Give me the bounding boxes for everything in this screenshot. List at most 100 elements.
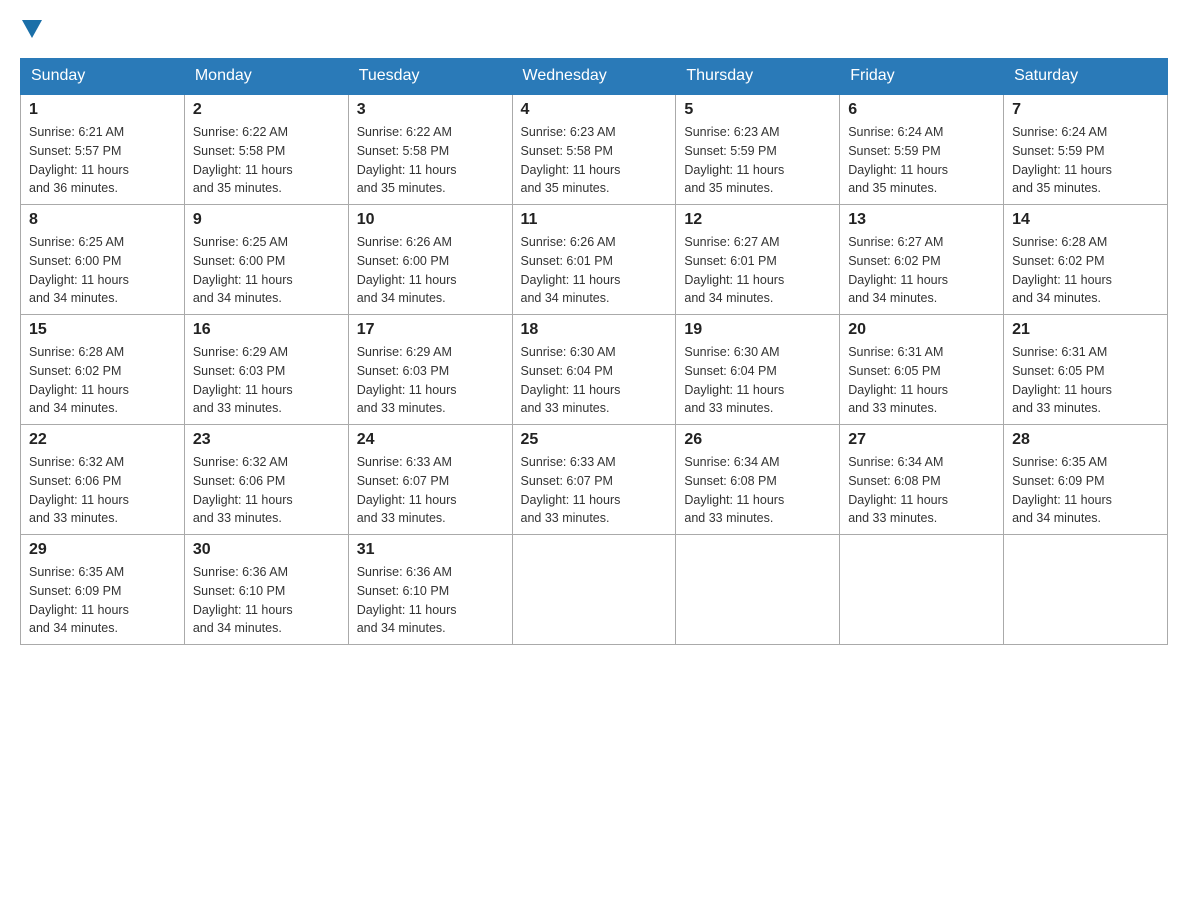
day-info: Sunrise: 6:35 AM Sunset: 6:09 PM Dayligh…	[1012, 453, 1159, 528]
calendar-cell: 3 Sunrise: 6:22 AM Sunset: 5:58 PM Dayli…	[348, 94, 512, 205]
logo-triangle-icon	[22, 20, 42, 38]
day-number: 7	[1012, 101, 1159, 119]
column-header-monday: Monday	[184, 59, 348, 95]
day-info: Sunrise: 6:24 AM Sunset: 5:59 PM Dayligh…	[848, 123, 995, 198]
day-info: Sunrise: 6:32 AM Sunset: 6:06 PM Dayligh…	[193, 453, 340, 528]
day-info: Sunrise: 6:31 AM Sunset: 6:05 PM Dayligh…	[1012, 343, 1159, 418]
day-number: 3	[357, 101, 504, 119]
week-row: 22 Sunrise: 6:32 AM Sunset: 6:06 PM Dayl…	[21, 425, 1168, 535]
calendar-cell: 10 Sunrise: 6:26 AM Sunset: 6:00 PM Dayl…	[348, 205, 512, 315]
calendar-cell: 31 Sunrise: 6:36 AM Sunset: 6:10 PM Dayl…	[348, 535, 512, 645]
calendar-cell: 22 Sunrise: 6:32 AM Sunset: 6:06 PM Dayl…	[21, 425, 185, 535]
calendar-cell: 23 Sunrise: 6:32 AM Sunset: 6:06 PM Dayl…	[184, 425, 348, 535]
day-number: 25	[521, 431, 668, 449]
day-number: 2	[193, 101, 340, 119]
calendar-cell: 24 Sunrise: 6:33 AM Sunset: 6:07 PM Dayl…	[348, 425, 512, 535]
calendar-cell	[840, 535, 1004, 645]
page-header	[20, 20, 1168, 38]
day-info: Sunrise: 6:29 AM Sunset: 6:03 PM Dayligh…	[357, 343, 504, 418]
calendar-cell: 26 Sunrise: 6:34 AM Sunset: 6:08 PM Dayl…	[676, 425, 840, 535]
day-number: 27	[848, 431, 995, 449]
calendar-cell	[1004, 535, 1168, 645]
day-info: Sunrise: 6:30 AM Sunset: 6:04 PM Dayligh…	[521, 343, 668, 418]
day-number: 18	[521, 321, 668, 339]
calendar-cell	[676, 535, 840, 645]
calendar-cell: 2 Sunrise: 6:22 AM Sunset: 5:58 PM Dayli…	[184, 94, 348, 205]
calendar-cell: 5 Sunrise: 6:23 AM Sunset: 5:59 PM Dayli…	[676, 94, 840, 205]
day-number: 5	[684, 101, 831, 119]
day-number: 13	[848, 211, 995, 229]
header-row: SundayMondayTuesdayWednesdayThursdayFrid…	[21, 59, 1168, 95]
calendar-cell: 18 Sunrise: 6:30 AM Sunset: 6:04 PM Dayl…	[512, 315, 676, 425]
calendar-cell: 29 Sunrise: 6:35 AM Sunset: 6:09 PM Dayl…	[21, 535, 185, 645]
day-number: 9	[193, 211, 340, 229]
calendar-cell: 21 Sunrise: 6:31 AM Sunset: 6:05 PM Dayl…	[1004, 315, 1168, 425]
day-info: Sunrise: 6:33 AM Sunset: 6:07 PM Dayligh…	[521, 453, 668, 528]
day-info: Sunrise: 6:28 AM Sunset: 6:02 PM Dayligh…	[1012, 233, 1159, 308]
day-info: Sunrise: 6:31 AM Sunset: 6:05 PM Dayligh…	[848, 343, 995, 418]
day-info: Sunrise: 6:23 AM Sunset: 5:58 PM Dayligh…	[521, 123, 668, 198]
day-info: Sunrise: 6:36 AM Sunset: 6:10 PM Dayligh…	[193, 563, 340, 638]
day-info: Sunrise: 6:27 AM Sunset: 6:02 PM Dayligh…	[848, 233, 995, 308]
day-info: Sunrise: 6:22 AM Sunset: 5:58 PM Dayligh…	[193, 123, 340, 198]
day-number: 20	[848, 321, 995, 339]
week-row: 15 Sunrise: 6:28 AM Sunset: 6:02 PM Dayl…	[21, 315, 1168, 425]
day-info: Sunrise: 6:24 AM Sunset: 5:59 PM Dayligh…	[1012, 123, 1159, 198]
day-info: Sunrise: 6:29 AM Sunset: 6:03 PM Dayligh…	[193, 343, 340, 418]
calendar-cell: 15 Sunrise: 6:28 AM Sunset: 6:02 PM Dayl…	[21, 315, 185, 425]
day-info: Sunrise: 6:21 AM Sunset: 5:57 PM Dayligh…	[29, 123, 176, 198]
calendar-cell	[512, 535, 676, 645]
calendar-cell: 27 Sunrise: 6:34 AM Sunset: 6:08 PM Dayl…	[840, 425, 1004, 535]
day-info: Sunrise: 6:28 AM Sunset: 6:02 PM Dayligh…	[29, 343, 176, 418]
calendar-cell: 19 Sunrise: 6:30 AM Sunset: 6:04 PM Dayl…	[676, 315, 840, 425]
day-number: 19	[684, 321, 831, 339]
day-number: 8	[29, 211, 176, 229]
day-info: Sunrise: 6:26 AM Sunset: 6:00 PM Dayligh…	[357, 233, 504, 308]
day-number: 24	[357, 431, 504, 449]
day-number: 1	[29, 101, 176, 119]
calendar-cell: 4 Sunrise: 6:23 AM Sunset: 5:58 PM Dayli…	[512, 94, 676, 205]
logo-text	[20, 20, 44, 38]
day-info: Sunrise: 6:36 AM Sunset: 6:10 PM Dayligh…	[357, 563, 504, 638]
day-info: Sunrise: 6:34 AM Sunset: 6:08 PM Dayligh…	[684, 453, 831, 528]
calendar-cell: 28 Sunrise: 6:35 AM Sunset: 6:09 PM Dayl…	[1004, 425, 1168, 535]
day-info: Sunrise: 6:35 AM Sunset: 6:09 PM Dayligh…	[29, 563, 176, 638]
day-number: 14	[1012, 211, 1159, 229]
day-number: 4	[521, 101, 668, 119]
day-info: Sunrise: 6:26 AM Sunset: 6:01 PM Dayligh…	[521, 233, 668, 308]
calendar-cell: 1 Sunrise: 6:21 AM Sunset: 5:57 PM Dayli…	[21, 94, 185, 205]
day-number: 29	[29, 541, 176, 559]
calendar-cell: 12 Sunrise: 6:27 AM Sunset: 6:01 PM Dayl…	[676, 205, 840, 315]
day-number: 22	[29, 431, 176, 449]
calendar-cell: 30 Sunrise: 6:36 AM Sunset: 6:10 PM Dayl…	[184, 535, 348, 645]
calendar-cell: 9 Sunrise: 6:25 AM Sunset: 6:00 PM Dayli…	[184, 205, 348, 315]
logo	[20, 20, 44, 38]
day-info: Sunrise: 6:32 AM Sunset: 6:06 PM Dayligh…	[29, 453, 176, 528]
calendar-cell: 14 Sunrise: 6:28 AM Sunset: 6:02 PM Dayl…	[1004, 205, 1168, 315]
calendar-cell: 16 Sunrise: 6:29 AM Sunset: 6:03 PM Dayl…	[184, 315, 348, 425]
day-number: 6	[848, 101, 995, 119]
day-number: 23	[193, 431, 340, 449]
day-info: Sunrise: 6:30 AM Sunset: 6:04 PM Dayligh…	[684, 343, 831, 418]
calendar-cell: 17 Sunrise: 6:29 AM Sunset: 6:03 PM Dayl…	[348, 315, 512, 425]
calendar-cell: 13 Sunrise: 6:27 AM Sunset: 6:02 PM Dayl…	[840, 205, 1004, 315]
day-number: 16	[193, 321, 340, 339]
day-number: 15	[29, 321, 176, 339]
day-number: 10	[357, 211, 504, 229]
column-header-thursday: Thursday	[676, 59, 840, 95]
calendar-cell: 20 Sunrise: 6:31 AM Sunset: 6:05 PM Dayl…	[840, 315, 1004, 425]
day-number: 30	[193, 541, 340, 559]
day-number: 31	[357, 541, 504, 559]
column-header-saturday: Saturday	[1004, 59, 1168, 95]
calendar-table: SundayMondayTuesdayWednesdayThursdayFrid…	[20, 58, 1168, 645]
day-number: 12	[684, 211, 831, 229]
column-header-wednesday: Wednesday	[512, 59, 676, 95]
calendar-cell: 7 Sunrise: 6:24 AM Sunset: 5:59 PM Dayli…	[1004, 94, 1168, 205]
column-header-sunday: Sunday	[21, 59, 185, 95]
day-number: 11	[521, 211, 668, 229]
day-number: 21	[1012, 321, 1159, 339]
calendar-cell: 11 Sunrise: 6:26 AM Sunset: 6:01 PM Dayl…	[512, 205, 676, 315]
day-info: Sunrise: 6:34 AM Sunset: 6:08 PM Dayligh…	[848, 453, 995, 528]
day-info: Sunrise: 6:22 AM Sunset: 5:58 PM Dayligh…	[357, 123, 504, 198]
day-number: 26	[684, 431, 831, 449]
